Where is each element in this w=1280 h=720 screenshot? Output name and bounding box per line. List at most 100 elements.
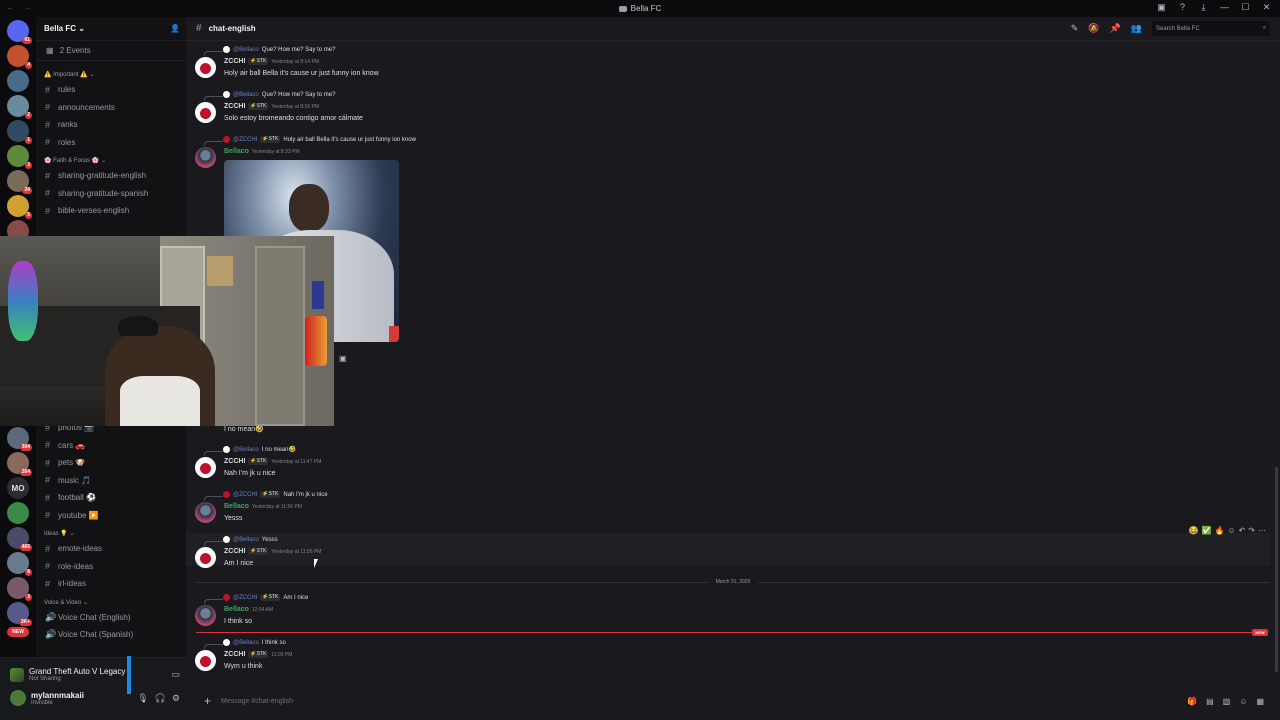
message-actions[interactable]: 😂 ✅ 🔥 ☺ ↶ ↷ ⋯ xyxy=(1189,526,1266,535)
author-name[interactable]: ZCCHI xyxy=(224,548,245,555)
server-icon[interactable]: 1 xyxy=(7,120,32,144)
channel-announcements[interactable]: # announcements xyxy=(36,99,186,117)
threads-icon[interactable]: ✎ xyxy=(1071,23,1079,34)
reply-preview[interactable]: @Bellaco Que? How me? Say to me? xyxy=(223,46,335,53)
avatar[interactable] xyxy=(195,605,216,626)
home-button[interactable]: 61 xyxy=(7,20,32,44)
server-icon[interactable] xyxy=(7,70,29,92)
category-important[interactable]: ⚠️ Important ⚠️ ⌄ xyxy=(36,65,186,81)
message-composer[interactable]: + Message #chat-english 🎁 ▤ ▧ ☺ ▦ xyxy=(196,690,1272,712)
reply-icon[interactable]: ↶ xyxy=(1239,526,1246,535)
close-button[interactable]: ✕ xyxy=(1261,2,1272,13)
forward-icon[interactable]: ↷ xyxy=(1248,526,1255,535)
avatar[interactable] xyxy=(195,147,216,168)
add-reaction-icon[interactable]: ☺ xyxy=(1227,526,1235,535)
channel-role-ideas[interactable]: # role-ideas xyxy=(36,558,186,576)
channel-roles[interactable]: # roles xyxy=(36,134,186,152)
channel-cars[interactable]: # cars 🚗 xyxy=(36,437,186,455)
settings-icon[interactable]: ⚙ xyxy=(172,693,180,704)
avatar[interactable] xyxy=(195,102,216,123)
avatar[interactable] xyxy=(195,57,216,78)
reply-preview[interactable]: @ZCCHI ⚡STK Holy air ball Bella it's cause… xyxy=(223,136,416,143)
channel-youtube[interactable]: # youtube ▶️ xyxy=(36,507,186,525)
server-icon[interactable]: 8 xyxy=(7,552,32,576)
apps-icon[interactable]: ▦ xyxy=(1256,697,1264,706)
server-icon[interactable]: 5 xyxy=(7,195,32,219)
nav-arrows[interactable]: ← → xyxy=(6,3,36,12)
server-icon[interactable]: 465 xyxy=(7,527,32,551)
avatar[interactable] xyxy=(195,502,216,523)
channel-pets[interactable]: # pets 🐶 xyxy=(36,454,186,472)
avatar[interactable] xyxy=(195,650,216,671)
scrollbar[interactable] xyxy=(1275,467,1278,672)
gif-icon[interactable]: ▤ xyxy=(1206,697,1214,706)
server-icon[interactable]: 3K+ xyxy=(7,602,32,626)
reaction-fire-icon[interactable]: 🔥 xyxy=(1214,526,1224,535)
author-name[interactable]: ZCCHI xyxy=(224,103,245,110)
reply-preview[interactable]: @Bellaco Que? How me? Say to me? xyxy=(223,91,335,98)
avatar[interactable] xyxy=(195,457,216,478)
members-icon[interactable]: 👥 xyxy=(1131,23,1142,34)
reaction-laugh-icon[interactable]: 😂 xyxy=(1189,526,1199,535)
author-name[interactable]: ZCCHI xyxy=(224,58,245,65)
channel-emote-ideas[interactable]: # emote-ideas xyxy=(36,540,186,558)
author-name[interactable]: ZCCHI xyxy=(224,651,245,658)
new-servers-pill[interactable]: NEW xyxy=(7,627,29,637)
message-input[interactable]: Message #chat-english xyxy=(221,698,293,705)
gift-icon[interactable]: 🎁 xyxy=(1187,697,1197,706)
channel-ranks[interactable]: # ranks xyxy=(36,116,186,134)
more-icon[interactable]: ⋯ xyxy=(1258,526,1266,535)
server-icon[interactable] xyxy=(7,502,29,524)
server-icon[interactable]: MO xyxy=(7,477,29,499)
server-icon[interactable]: 4 xyxy=(7,45,32,69)
sticker-icon[interactable]: ▧ xyxy=(1223,697,1231,706)
notifications-icon[interactable]: 🔕 xyxy=(1088,23,1099,34)
channel-irl-ideas[interactable]: # irl-ideas xyxy=(36,575,186,593)
reaction-check-icon[interactable]: ✅ xyxy=(1201,526,1211,535)
reply-preview[interactable]: @Bellaco I think so xyxy=(223,639,286,646)
search-input[interactable]: Search Bella FC ⌕ xyxy=(1152,21,1270,36)
download-icon[interactable]: ⤓ xyxy=(1198,2,1209,13)
headset-icon[interactable]: 🎧 xyxy=(155,693,166,704)
pinned-icon[interactable]: 📌 xyxy=(1110,23,1121,34)
voice-channel-english[interactable]: 🔊 Voice Chat (English) xyxy=(36,609,186,627)
avatar[interactable] xyxy=(10,690,26,706)
maximize-button[interactable]: ☐ xyxy=(1240,2,1251,13)
channel-gratitude-english[interactable]: # sharing-gratitude-english xyxy=(36,167,186,185)
channel-gratitude-spanish[interactable]: # sharing-gratitude-spanish xyxy=(36,185,186,203)
server-icon[interactable]: 3 xyxy=(7,577,32,601)
activity-panel[interactable]: Grand Theft Auto V Legacy Not Sharing ▭ xyxy=(0,658,186,686)
author-name[interactable]: Bellaco xyxy=(224,606,249,613)
inbox-icon[interactable]: ▣ xyxy=(1156,2,1167,13)
emoji-icon[interactable]: ☺ xyxy=(1239,697,1247,706)
add-member-icon[interactable]: 👤 xyxy=(170,24,180,33)
reply-preview[interactable]: @Bellaco I no mean🤣 xyxy=(223,446,296,453)
server-icon[interactable]: 304 xyxy=(7,427,32,451)
channel-rules[interactable]: # rules xyxy=(36,81,186,99)
channel-music[interactable]: # music 🎵 xyxy=(36,472,186,490)
channel-bible-verses[interactable]: # bible-verses-english xyxy=(36,202,186,220)
server-icon[interactable]: 3 xyxy=(7,145,32,169)
category-voice[interactable]: Voice & Video ⌄ xyxy=(36,593,186,609)
channel-football[interactable]: # football ⚽ xyxy=(36,489,186,507)
reply-preview[interactable]: @Bellaco Yesss xyxy=(223,536,278,543)
server-icon[interactable]: 264 xyxy=(7,452,32,476)
events-link[interactable]: ▦ 2 Events xyxy=(36,41,186,61)
author-name[interactable]: Bellaco xyxy=(224,503,249,510)
category-ideas[interactable]: Ideas 💡 ⌄ xyxy=(36,524,186,540)
category-faith[interactable]: 🌸 Faith & Focus 🌸 ⌄ xyxy=(36,151,186,167)
image-icon[interactable]: ▣ xyxy=(339,354,347,363)
minimize-button[interactable]: — xyxy=(1219,2,1230,13)
reply-preview[interactable]: @ZCCHI ⚡STK Am I nice xyxy=(223,594,308,601)
mic-icon[interactable]: 🎙 xyxy=(137,693,148,704)
screen-share-icon[interactable]: ▭ xyxy=(171,669,180,680)
author-name[interactable]: Bellaco xyxy=(224,148,249,155)
help-icon[interactable]: ? xyxy=(1177,2,1188,13)
add-attachment-icon[interactable]: + xyxy=(204,694,211,708)
voice-channel-spanish[interactable]: 🔊 Voice Chat (Spanish) xyxy=(36,626,186,644)
avatar[interactable] xyxy=(195,547,216,568)
server-header[interactable]: Bella FC ⌄ 👤 xyxy=(36,17,186,41)
server-icon[interactable]: 2 xyxy=(7,95,32,119)
author-name[interactable]: ZCCHI xyxy=(224,458,245,465)
server-icon[interactable]: 24 xyxy=(7,170,32,194)
